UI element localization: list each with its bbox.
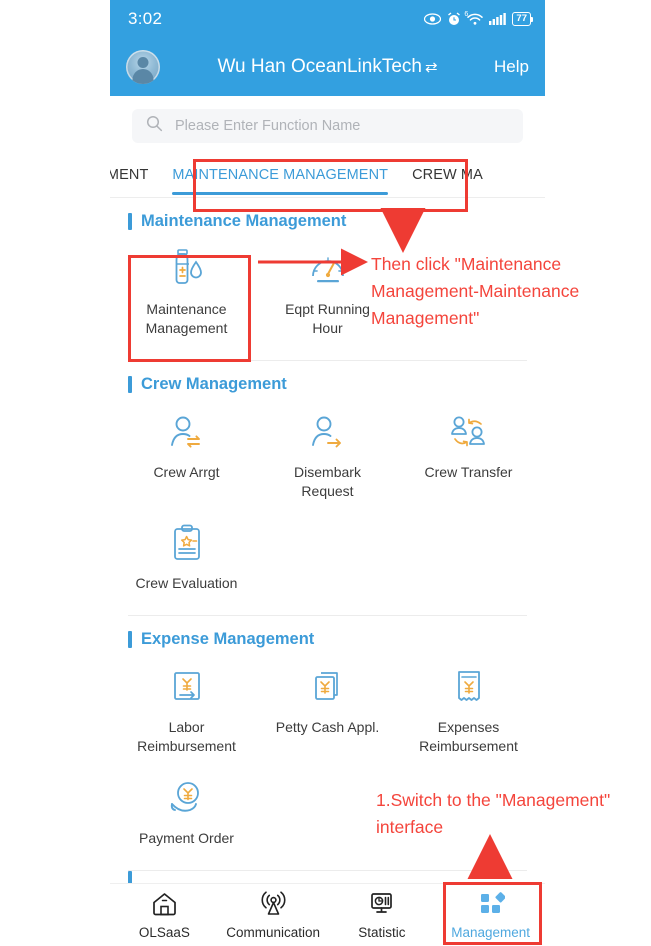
search-input[interactable] xyxy=(173,117,509,135)
section-grid: Crew Arrgt Disembark Request Crew Transf… xyxy=(110,404,545,613)
function-expenses-reimbursement[interactable]: Expenses Reimbursement xyxy=(398,659,539,766)
nav-label: Management xyxy=(451,924,531,940)
function-payment-order[interactable]: Payment Order xyxy=(116,770,257,858)
yen-receipt-icon xyxy=(449,665,489,711)
function-crew-evaluation[interactable]: Crew Evaluation xyxy=(116,515,257,603)
function-label: Crew Transfer xyxy=(424,464,513,480)
yen-arrow-box-icon xyxy=(167,665,207,711)
annotation-step-1: 1.Switch to the "Management" interface xyxy=(376,790,611,837)
function-label: Crew Evaluation xyxy=(135,575,238,591)
nav-item-olsaas[interactable]: OLSaaS xyxy=(110,891,219,940)
function-label: Crew Arrgt xyxy=(153,464,220,480)
tab-label: AGEMENT xyxy=(110,167,149,183)
section-title: Expense Management xyxy=(141,630,315,648)
function-label: Disembark Request xyxy=(294,464,361,499)
function-label: Payment Order xyxy=(139,830,234,846)
section-header: Crew Management xyxy=(110,361,545,404)
avatar[interactable] xyxy=(126,50,160,84)
status-bar-icons: 6 77 xyxy=(424,11,533,26)
home-icon xyxy=(151,891,178,922)
app-bar: Wu Han OceanLinkTech ⇄ Help xyxy=(110,38,545,96)
two-person-transfer-icon xyxy=(447,410,491,456)
broadcast-icon xyxy=(260,890,287,922)
function-label: Expenses Reimbursement xyxy=(419,719,518,754)
tab-maintenance-management[interactable]: MAINTENANCE MANAGEMENT xyxy=(160,153,400,197)
function-petty-cash-appl[interactable]: Petty Cash Appl. xyxy=(257,659,398,766)
nav-label: Statistic xyxy=(358,924,406,940)
company-name: Wu Han OceanLinkTech xyxy=(217,56,422,77)
alarm-clock-icon xyxy=(447,12,461,26)
battery-icon: 77 xyxy=(512,12,533,26)
signal-bars-icon xyxy=(489,13,507,25)
category-tabs[interactable]: AGEMENT MAINTENANCE MANAGEMENT CREW MA xyxy=(110,153,545,198)
section-crew-management: Crew Management Crew Arrgt Disembark Req… xyxy=(110,361,545,616)
yen-documents-icon xyxy=(307,665,349,711)
function-label: Maintenance Management xyxy=(145,301,228,336)
nav-label: Communication xyxy=(226,924,321,940)
monitor-chart-icon xyxy=(368,891,395,922)
section-title: Crew Management xyxy=(141,375,287,393)
wifi-generation-label: 6 xyxy=(464,11,469,18)
search-box[interactable] xyxy=(132,109,523,143)
wifi-icon: 6 xyxy=(464,11,484,25)
search-section xyxy=(110,96,545,153)
section-accent-bar xyxy=(128,213,132,230)
section-accent-bar xyxy=(128,376,132,393)
function-disembark-request[interactable]: Disembark Request xyxy=(257,404,398,511)
section-header: Maintenance Management xyxy=(110,198,545,241)
tab-label: CREW MA xyxy=(412,167,483,183)
annotation-step-2: Then click "Maintenance Management-Maint… xyxy=(371,254,580,328)
status-bar-clock: 3:02 xyxy=(128,9,163,28)
eye-icon xyxy=(424,13,442,25)
nav-label: OLSaaS xyxy=(138,924,190,940)
nav-item-communication[interactable]: Communication xyxy=(219,890,328,940)
tab-crew-management-partial-right[interactable]: CREW MA xyxy=(400,153,495,197)
function-crew-transfer[interactable]: Crew Transfer xyxy=(398,404,539,511)
function-label: Eqpt Running Hour xyxy=(285,301,370,336)
function-empty-slot xyxy=(257,515,398,603)
nav-item-statistic[interactable]: Statistic xyxy=(328,891,437,940)
section-accent-bar xyxy=(128,631,132,648)
tab-label: MAINTENANCE MANAGEMENT xyxy=(172,167,389,183)
bottom-navigation-bar: OLSaaS Communication Statistic Managemen… xyxy=(110,883,545,946)
oil-bottle-icon xyxy=(167,247,207,293)
help-button[interactable]: Help xyxy=(494,57,529,77)
tab-management-partial-left[interactable]: AGEMENT xyxy=(110,153,160,197)
yen-hand-icon xyxy=(166,776,208,822)
section-title: Maintenance Management xyxy=(141,212,347,230)
person-exchange-icon xyxy=(166,410,208,456)
search-icon xyxy=(146,115,163,137)
person-arrow-icon xyxy=(307,410,349,456)
gauge-icon xyxy=(306,247,350,293)
switch-company-icon[interactable]: ⇄ xyxy=(425,59,438,76)
app-bar-title: Wu Han OceanLinkTech ⇄ xyxy=(110,56,545,78)
clipboard-star-icon xyxy=(167,521,207,567)
function-crew-arrgt[interactable]: Crew Arrgt xyxy=(116,404,257,511)
section-header: Expense Management xyxy=(110,616,545,659)
nav-item-management[interactable]: Management xyxy=(436,891,545,940)
status-bar: 3:02 6 77 xyxy=(110,0,545,38)
function-label: Petty Cash Appl. xyxy=(275,719,380,735)
grid-squares-icon xyxy=(477,891,506,922)
function-label: Labor Reimbursement xyxy=(137,719,236,754)
function-labor-reimbursement[interactable]: Labor Reimbursement xyxy=(116,659,257,766)
function-maintenance-management[interactable]: Maintenance Management xyxy=(116,241,257,348)
function-empty-slot xyxy=(398,515,539,603)
